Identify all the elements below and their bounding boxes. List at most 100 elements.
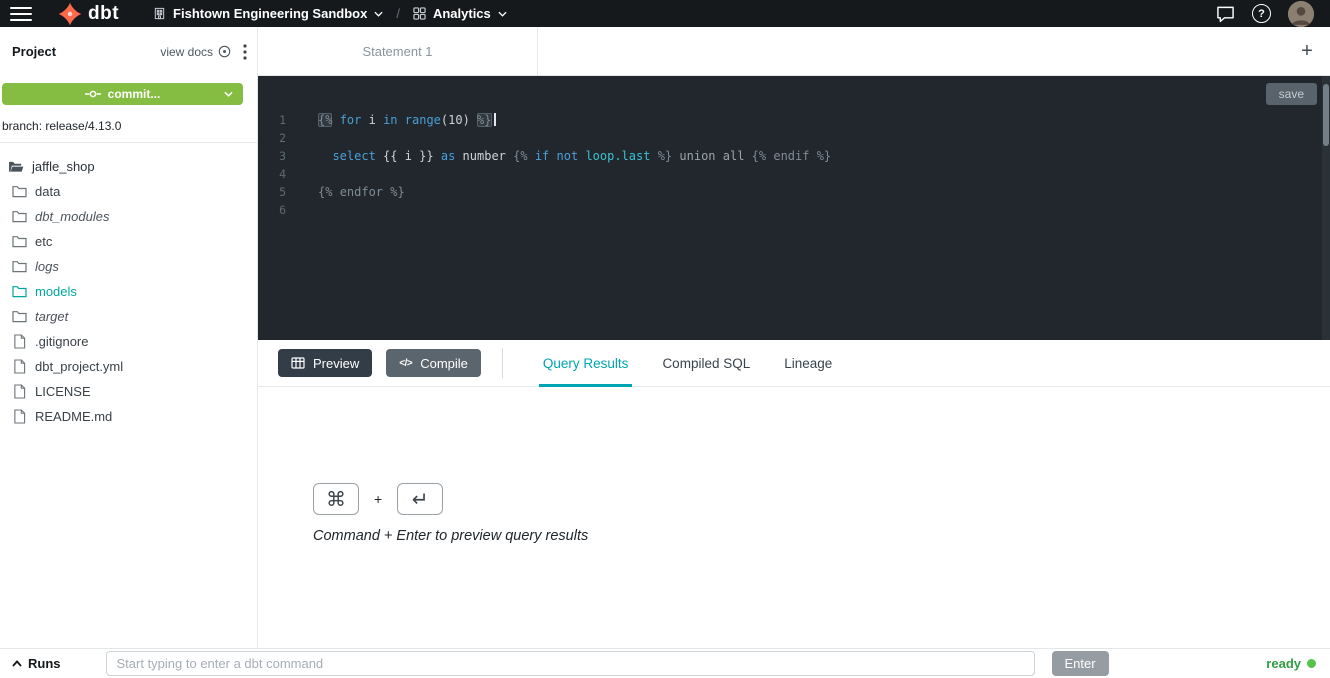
folder-icon xyxy=(11,235,27,248)
chat-icon[interactable] xyxy=(1216,5,1235,23)
line-number: 1 xyxy=(258,111,302,129)
line-number: 6 xyxy=(258,201,302,219)
tree-item-label: etc xyxy=(35,234,52,249)
folder-icon xyxy=(11,185,27,198)
commit-button[interactable]: commit... xyxy=(2,83,243,105)
tree-item-label: logs xyxy=(35,259,59,274)
tree-item-label: data xyxy=(35,184,60,199)
runs-drawer-toggle[interactable]: Runs xyxy=(12,656,61,671)
folder-icon xyxy=(11,210,27,223)
code-line-4[interactable]: 4 xyxy=(258,165,1330,183)
preview-button[interactable]: Preview xyxy=(278,349,372,377)
account-name: Fishtown Engineering Sandbox xyxy=(173,6,367,21)
results-tabs: Query Results Compiled SQL Lineage xyxy=(543,340,832,386)
code-line-3[interactable]: 3 select {{ i }} as number {% if not loo… xyxy=(258,147,1330,165)
results-tab-query-results[interactable]: Query Results xyxy=(543,340,629,386)
code-text xyxy=(302,129,318,147)
view-docs-link[interactable]: view docs xyxy=(160,45,231,59)
enter-glyph: ↵ xyxy=(412,487,429,511)
dbt-logo[interactable]: dbt xyxy=(58,2,119,26)
code-text: {% endfor %} xyxy=(302,183,405,201)
command-key-icon: ⌘ xyxy=(313,483,359,515)
tree-item-data[interactable]: data xyxy=(0,179,257,204)
dbt-logo-icon xyxy=(58,2,82,26)
ide-status: ready xyxy=(1266,656,1316,671)
ready-label: ready xyxy=(1266,656,1301,671)
folder-open-icon xyxy=(8,160,24,173)
code-line-6[interactable]: 6 xyxy=(258,201,1330,219)
sidebar-title: Project xyxy=(12,44,56,59)
code-line-5[interactable]: 5{% endfor %} xyxy=(258,183,1330,201)
building-icon xyxy=(153,7,166,20)
tree-item-readme-md[interactable]: README.md xyxy=(0,404,257,429)
tab-statement-1[interactable]: Statement 1 xyxy=(258,27,538,75)
tree-item-label: models xyxy=(35,284,77,299)
breadcrumb-separator: / xyxy=(396,6,400,21)
project-switcher[interactable]: Analytics xyxy=(413,6,507,21)
add-tab-button[interactable]: + xyxy=(1284,27,1330,75)
compile-button-label: Compile xyxy=(420,356,468,371)
git-commit-icon xyxy=(85,89,101,99)
results-hint-text: Command + Enter to preview query results xyxy=(313,528,588,544)
code-editor[interactable]: save 1{% for i in range(10) %}23 select … xyxy=(258,76,1330,340)
text-cursor xyxy=(494,113,496,126)
tree-item-jaffle-shop[interactable]: jaffle_shop xyxy=(0,154,257,179)
query-results-panel: ⌘ + ↵ Command + Enter to preview query r… xyxy=(258,387,1330,648)
code-line-1[interactable]: 1{% for i in range(10) %} xyxy=(258,111,1330,129)
code-text: select {{ i }} as number {% if not loop.… xyxy=(302,147,831,165)
enter-button[interactable]: Enter xyxy=(1052,651,1109,676)
compile-button[interactable]: </> Compile xyxy=(386,349,481,377)
kebab-menu-icon[interactable] xyxy=(243,44,247,60)
tree-item-label: LICENSE xyxy=(35,384,91,399)
user-avatar[interactable] xyxy=(1288,1,1314,27)
tree-item-label: dbt_project.yml xyxy=(35,359,123,374)
tree-item-label: .gitignore xyxy=(35,334,88,349)
results-tab-compiled-sql[interactable]: Compiled SQL xyxy=(662,340,750,386)
status-bar: Runs Enter ready xyxy=(0,648,1330,678)
account-switcher[interactable]: Fishtown Engineering Sandbox xyxy=(153,6,383,21)
tree-item-gitignore[interactable]: .gitignore xyxy=(0,329,257,354)
chevron-down-icon xyxy=(498,11,507,17)
grid-icon xyxy=(413,7,426,20)
tree-item-dbt-project-yml[interactable]: dbt_project.yml xyxy=(0,354,257,379)
status-dot-icon xyxy=(1307,659,1316,668)
tree-item-dbt-modules[interactable]: dbt_modules xyxy=(0,204,257,229)
file-icon xyxy=(11,409,27,424)
code-area[interactable]: 1{% for i in range(10) %}23 select {{ i … xyxy=(258,76,1330,219)
sidebar-header: Project view docs xyxy=(0,27,257,76)
code-line-2[interactable]: 2 xyxy=(258,129,1330,147)
help-icon[interactable]: ? xyxy=(1252,4,1271,23)
tree-item-models[interactable]: models xyxy=(0,279,257,304)
chevron-down-icon xyxy=(374,11,383,17)
tree-item-etc[interactable]: etc xyxy=(0,229,257,254)
shortcut-keys: ⌘ + ↵ xyxy=(313,483,443,515)
file-icon xyxy=(11,359,27,374)
table-grid-icon xyxy=(291,357,305,369)
toolbar-divider xyxy=(502,348,503,378)
view-docs-icon xyxy=(218,45,231,58)
editor-scrollbar[interactable] xyxy=(1322,76,1330,340)
code-text xyxy=(302,201,318,219)
line-number: 5 xyxy=(258,183,302,201)
commit-button-label: commit... xyxy=(108,87,161,101)
project-sidebar: Project view docs xyxy=(0,27,258,648)
line-number: 2 xyxy=(258,129,302,147)
code-icon: </> xyxy=(399,358,412,369)
editor-scrollbar-thumb[interactable] xyxy=(1323,84,1329,146)
plus-icon: + xyxy=(1301,40,1313,63)
plus-label: + xyxy=(374,491,382,507)
tree-item-label: jaffle_shop xyxy=(32,159,95,174)
file-tree: jaffle_shopdata dbt_modulesetc logs models t… xyxy=(0,143,257,429)
folder-icon xyxy=(11,285,27,298)
save-button[interactable]: save xyxy=(1266,83,1317,105)
results-tab-lineage[interactable]: Lineage xyxy=(784,340,832,386)
folder-icon xyxy=(11,260,27,273)
tree-item-license[interactable]: LICENSE xyxy=(0,379,257,404)
tree-item-target[interactable]: target xyxy=(0,304,257,329)
hamburger-menu-icon[interactable] xyxy=(10,7,32,21)
line-number: 4 xyxy=(258,165,302,183)
file-icon xyxy=(11,334,27,349)
tree-item-logs[interactable]: logs xyxy=(0,254,257,279)
dbt-command-input[interactable] xyxy=(106,651,1035,676)
preview-button-label: Preview xyxy=(313,356,359,371)
